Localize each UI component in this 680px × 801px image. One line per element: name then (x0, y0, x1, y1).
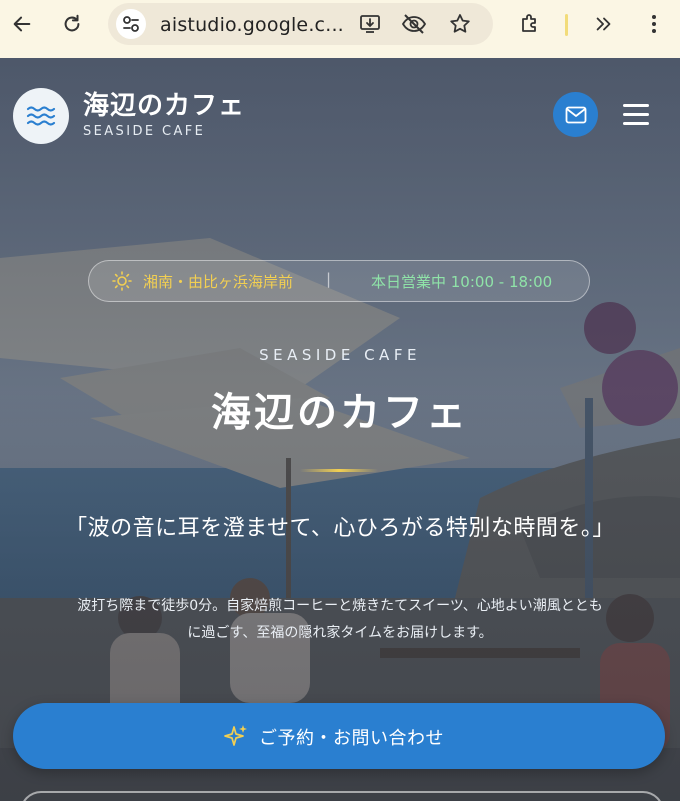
menu-bar (623, 104, 649, 107)
extensions-icon[interactable] (516, 10, 544, 38)
browser-toolbar: aistudio.google.c... (0, 0, 680, 58)
install-app-icon[interactable] (356, 10, 384, 38)
hero-description-line: に過ごす、至福の隠れ家タイムをお届けします。 (187, 625, 493, 641)
hero-description: 波打ち際まで徒歩0分。自家焙煎コーヒーと焼きたてスイーツ、心地よい潮風ととも に… (22, 593, 658, 647)
toolbar-divider (565, 14, 568, 36)
star-icon[interactable] (446, 10, 474, 38)
chevron-double-right-icon[interactable] (590, 10, 618, 38)
sun-icon (112, 271, 132, 291)
reload-icon[interactable] (58, 10, 86, 38)
secondary-button-partial[interactable] (20, 791, 664, 801)
location-text: 湘南・由比ヶ浜海岸前 (143, 273, 294, 291)
logo-badge[interactable] (13, 88, 69, 144)
page-viewport: 海辺のカフェ SEASIDE CAFE 湘南・由比ヶ浜海岸前 | 本日営業中 1… (0, 58, 680, 801)
reservation-contact-label: ご予約・お問い合わせ (259, 728, 444, 749)
mail-button[interactable] (553, 92, 598, 137)
waves-icon (26, 106, 56, 126)
reservation-contact-button[interactable]: ご予約・お問い合わせ (13, 703, 665, 769)
sparkles-icon (224, 725, 247, 746)
hamburger-menu-icon[interactable] (620, 98, 652, 130)
menu-bar (623, 122, 649, 125)
hero-divider (300, 469, 378, 472)
mail-icon (565, 106, 586, 123)
back-icon[interactable] (8, 10, 36, 38)
opening-hours-text: 本日営業中 10:00 - 18:00 (371, 273, 553, 291)
site-settings-icon[interactable] (116, 9, 146, 39)
pill-separator: | (326, 270, 332, 288)
brand-subtitle: SEASIDE CAFE (83, 124, 206, 139)
more-vert-icon[interactable] (640, 10, 668, 38)
url-text[interactable]: aistudio.google.c... (160, 14, 344, 36)
brand-title[interactable]: 海辺のカフェ (83, 85, 245, 122)
address-bar[interactable]: aistudio.google.c... (108, 3, 493, 45)
eye-off-icon[interactable] (400, 10, 428, 38)
menu-bar (623, 113, 649, 116)
hero-description-line: 波打ち際まで徒歩0分。自家焙煎コーヒーと焼きたてスイーツ、心地よい潮風ととも (77, 598, 603, 614)
hero-title: 海辺のカフェ (211, 389, 469, 436)
hero-quote: 「波の音に耳を澄ませて、心ひろがる特別な時間を。」 (65, 516, 615, 541)
hero-eyebrow: SEASIDE CAFE (259, 346, 421, 364)
info-pill: 湘南・由比ヶ浜海岸前 | 本日営業中 10:00 - 18:00 (88, 260, 590, 302)
